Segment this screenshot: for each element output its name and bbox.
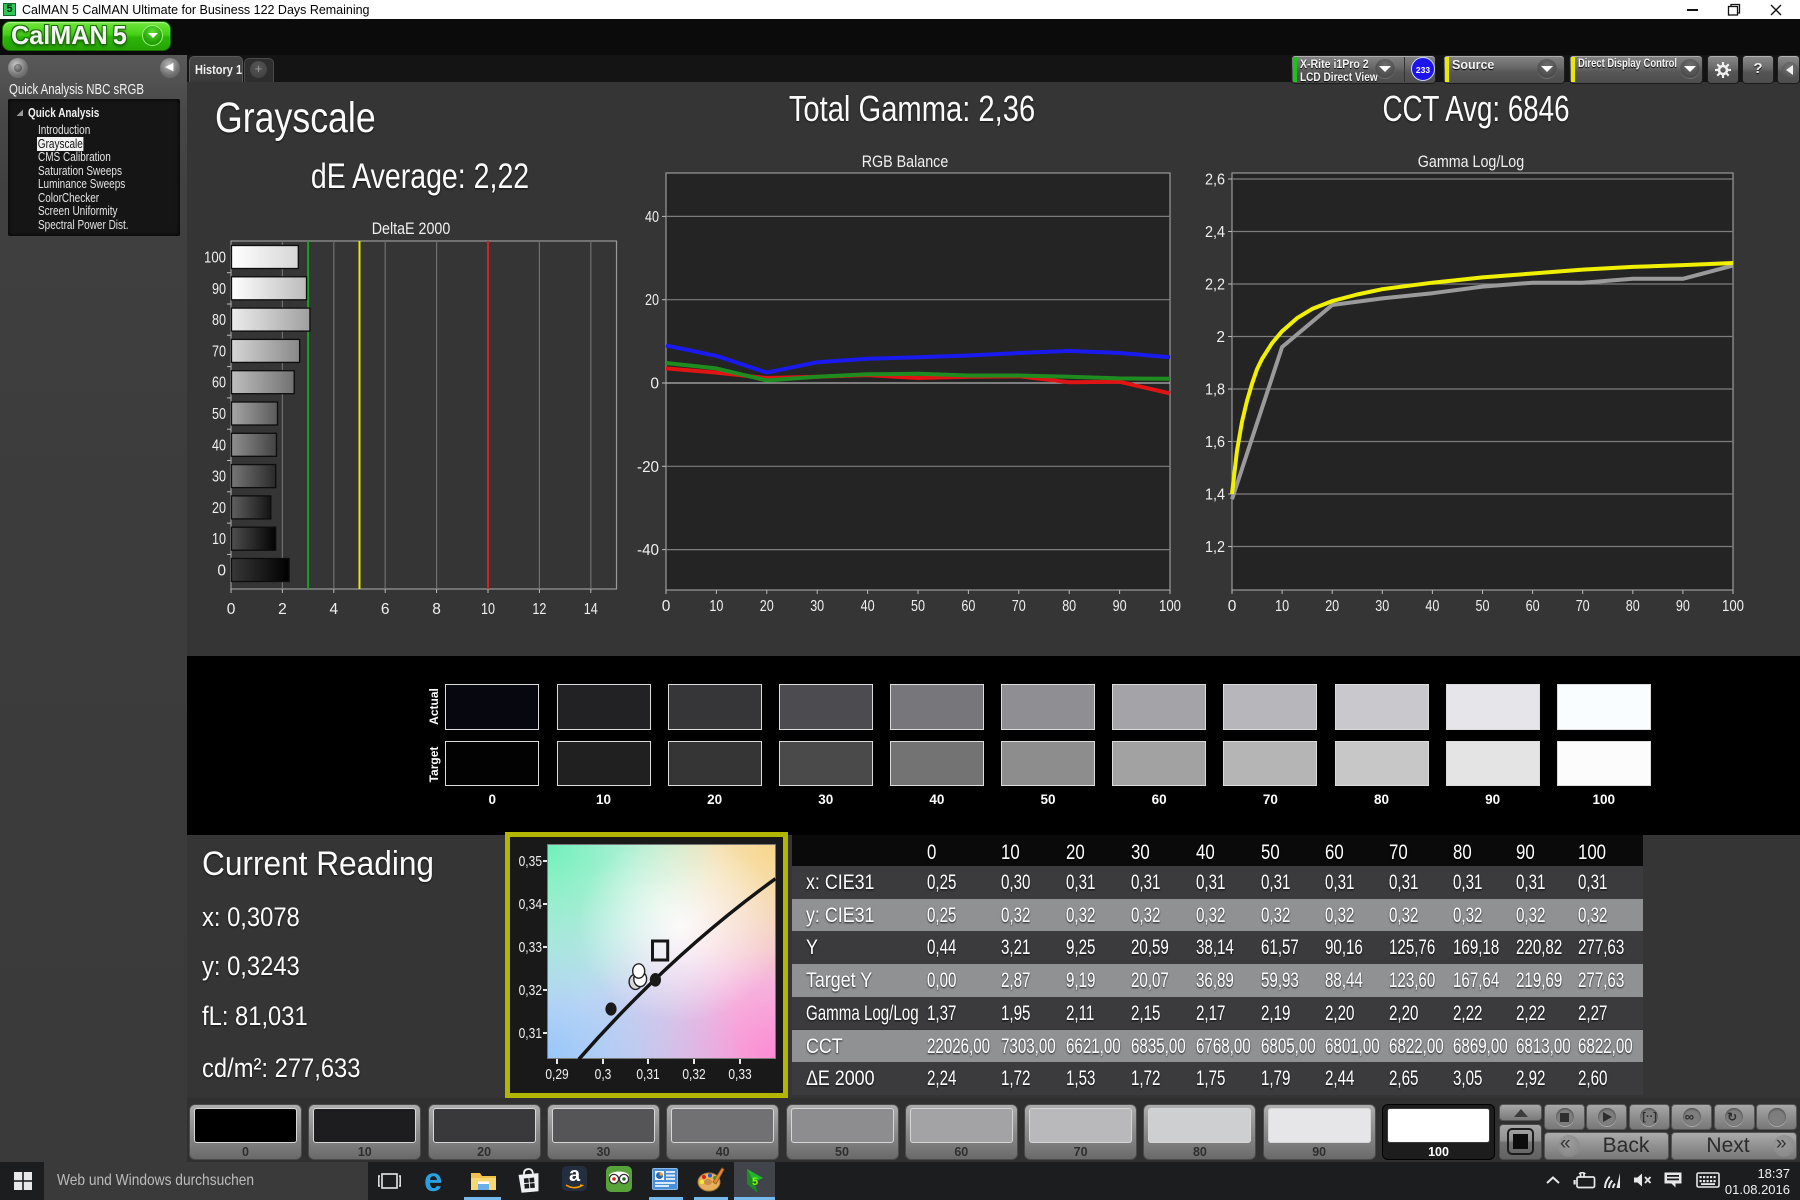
svg-text:100: 100 — [1159, 598, 1181, 615]
svg-text:10: 10 — [1275, 598, 1289, 615]
svg-text:0: 0 — [217, 563, 226, 580]
svg-text:6: 6 — [381, 601, 390, 618]
svg-text:30: 30 — [810, 598, 824, 615]
svg-text:60: 60 — [1526, 598, 1540, 615]
svg-text:10: 10 — [709, 598, 723, 615]
svg-text:0: 0 — [227, 601, 236, 618]
svg-text:60: 60 — [961, 598, 975, 615]
svg-text:80: 80 — [1626, 598, 1640, 615]
svg-text:2,2: 2,2 — [1205, 277, 1225, 294]
svg-text:60: 60 — [212, 375, 226, 392]
svg-text:1,2: 1,2 — [1205, 539, 1225, 556]
svg-text:50: 50 — [212, 406, 226, 423]
svg-text:70: 70 — [1012, 598, 1026, 615]
svg-text:70: 70 — [1576, 598, 1590, 615]
svg-text:0: 0 — [650, 376, 659, 393]
svg-text:-20: -20 — [637, 459, 659, 476]
svg-text:80: 80 — [212, 312, 226, 329]
svg-text:8: 8 — [432, 601, 441, 618]
svg-text:1,6: 1,6 — [1205, 434, 1225, 451]
svg-text:4: 4 — [329, 601, 338, 618]
svg-text:50: 50 — [911, 598, 925, 615]
svg-text:20: 20 — [1325, 598, 1339, 615]
svg-text:40: 40 — [1425, 598, 1439, 615]
svg-text:20: 20 — [760, 598, 774, 615]
svg-text:40: 40 — [861, 598, 875, 615]
svg-text:70: 70 — [212, 343, 226, 360]
svg-text:40: 40 — [212, 437, 226, 454]
svg-text:2: 2 — [1216, 329, 1225, 346]
svg-text:90: 90 — [1676, 598, 1690, 615]
svg-text:100: 100 — [204, 250, 226, 267]
svg-text:1,4: 1,4 — [1205, 487, 1225, 504]
svg-text:2: 2 — [278, 601, 287, 618]
svg-text:-40: -40 — [637, 542, 659, 559]
svg-text:100: 100 — [1722, 598, 1744, 615]
svg-text:0: 0 — [1228, 598, 1237, 615]
svg-text:5: 5 — [752, 1176, 758, 1188]
svg-text:12: 12 — [532, 601, 546, 618]
svg-text:40: 40 — [645, 209, 659, 226]
svg-text:20: 20 — [645, 292, 659, 309]
svg-text:50: 50 — [1476, 598, 1490, 615]
svg-text:90: 90 — [212, 281, 226, 298]
svg-text:1,8: 1,8 — [1205, 382, 1225, 399]
svg-text:0: 0 — [662, 598, 671, 615]
svg-text:30: 30 — [212, 469, 226, 486]
svg-text:14: 14 — [584, 601, 598, 618]
svg-text:30: 30 — [1375, 598, 1389, 615]
svg-text:2,4: 2,4 — [1205, 224, 1225, 241]
svg-text:80: 80 — [1062, 598, 1076, 615]
svg-text:90: 90 — [1113, 598, 1127, 615]
svg-text:20: 20 — [212, 500, 226, 517]
svg-text:2,6: 2,6 — [1205, 172, 1225, 189]
svg-text:10: 10 — [212, 531, 226, 548]
svg-text:10: 10 — [481, 601, 495, 618]
